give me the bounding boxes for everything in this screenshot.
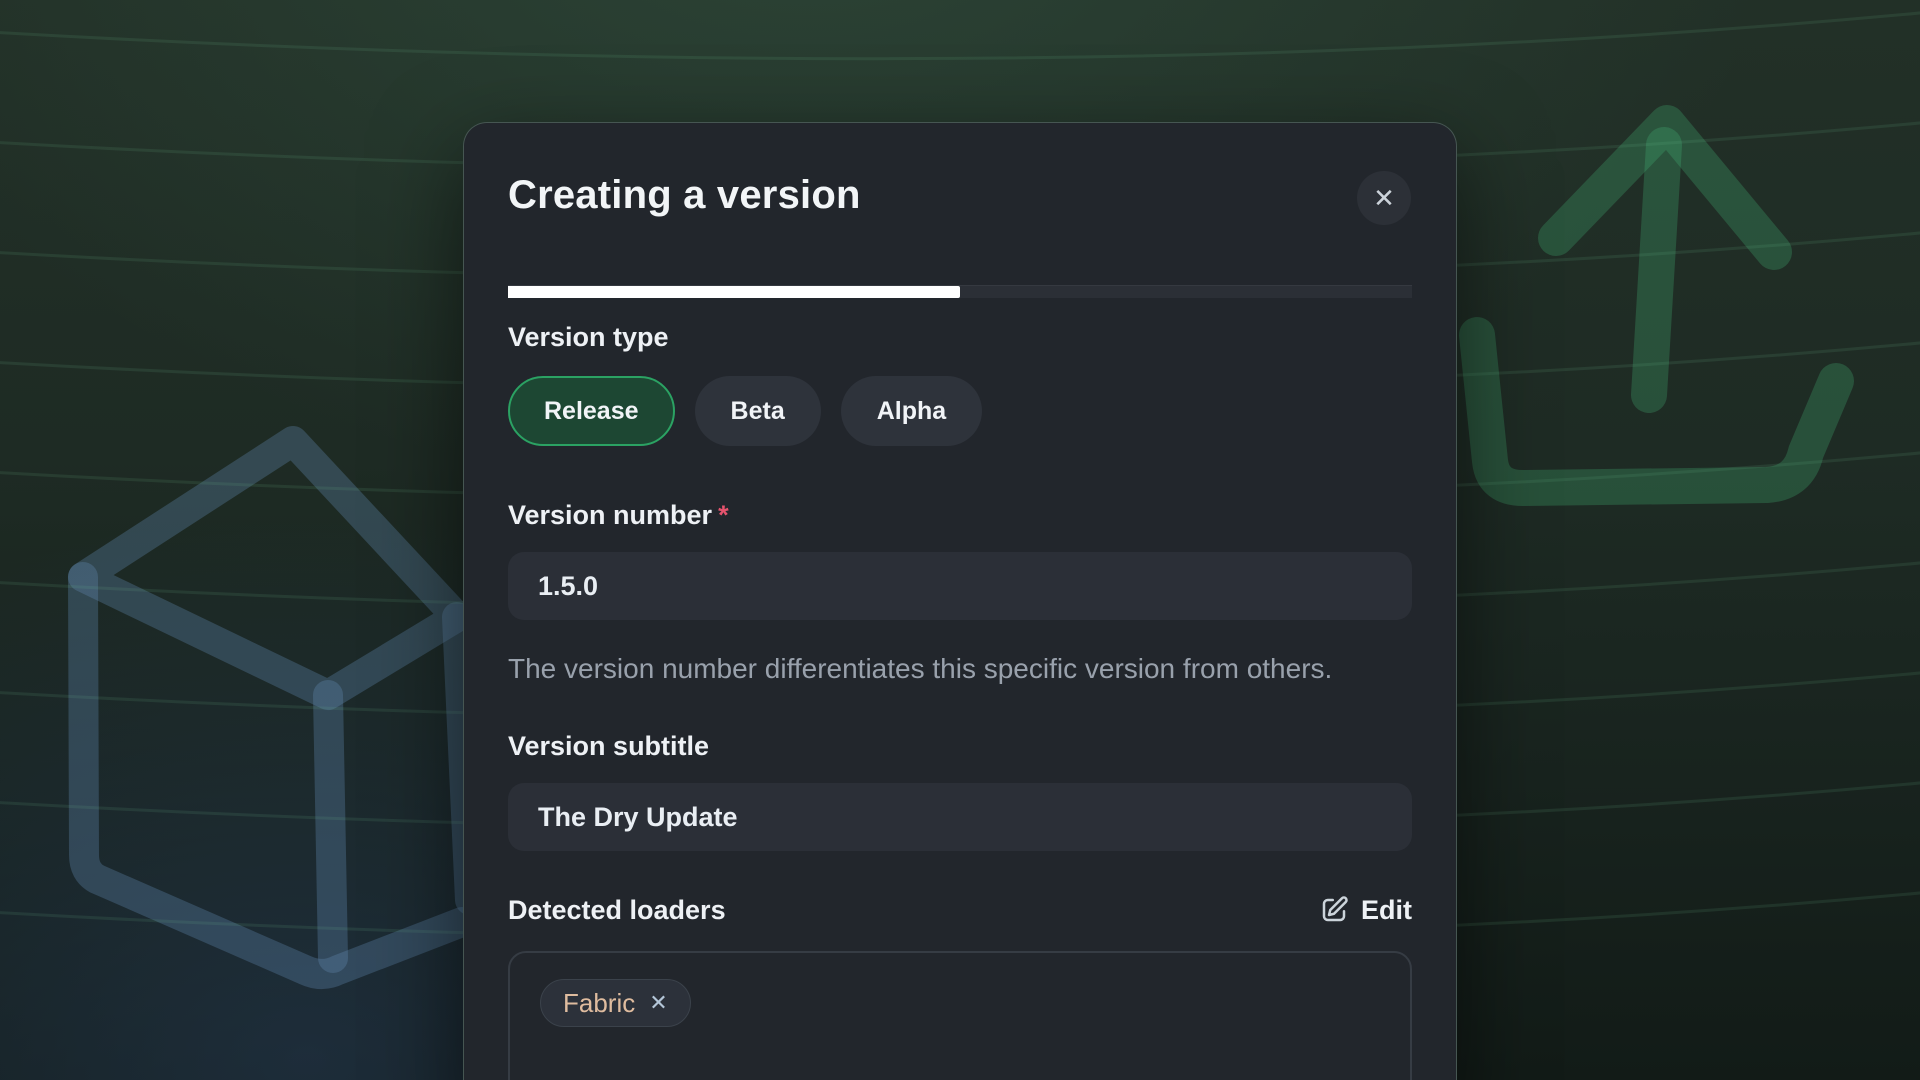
creation-progress-fill	[508, 286, 960, 298]
modal-header: Creating a version ✕	[464, 123, 1456, 298]
version-type-release-button[interactable]: Release	[508, 376, 675, 446]
x-icon: ✕	[649, 990, 667, 1015]
version-number-help-text: The version number differentiates this s…	[508, 647, 1368, 691]
create-version-modal: Creating a version ✕ Version type Releas…	[463, 122, 1457, 1080]
creation-progress-track	[508, 285, 1412, 298]
edit-button-label: Edit	[1361, 895, 1412, 926]
version-type-options: Release Beta Alpha	[508, 376, 1412, 446]
edit-loaders-button[interactable]: Edit	[1319, 895, 1412, 926]
close-button[interactable]: ✕	[1357, 171, 1411, 225]
upload-arrow-icon	[1477, 123, 1836, 488]
edit-pencil-square-icon	[1319, 895, 1349, 925]
modal-body: Version type Release Beta Alpha Version …	[464, 320, 1456, 1080]
version-type-label: Version type	[508, 320, 1412, 354]
page-background: Creating a version ✕ Version type Releas…	[0, 0, 1920, 1080]
loader-chip-fabric: Fabric ✕	[540, 979, 691, 1027]
detected-loaders-box: Fabric ✕	[508, 951, 1412, 1080]
modal-title: Creating a version	[508, 169, 1412, 221]
version-number-input[interactable]	[508, 552, 1412, 620]
version-type-beta-button[interactable]: Beta	[695, 376, 821, 446]
version-type-alpha-button[interactable]: Alpha	[841, 376, 982, 446]
remove-loader-button[interactable]: ✕	[649, 992, 667, 1014]
version-subtitle-input[interactable]	[508, 783, 1412, 851]
detected-loaders-row: Detected loaders Edit	[508, 893, 1412, 927]
loader-chip-label: Fabric	[563, 988, 635, 1019]
version-number-label: Version number*	[508, 498, 1412, 532]
required-asterisk: *	[718, 500, 729, 530]
close-icon: ✕	[1373, 185, 1395, 211]
detected-loaders-label: Detected loaders	[508, 893, 726, 927]
version-subtitle-label: Version subtitle	[508, 729, 1412, 763]
